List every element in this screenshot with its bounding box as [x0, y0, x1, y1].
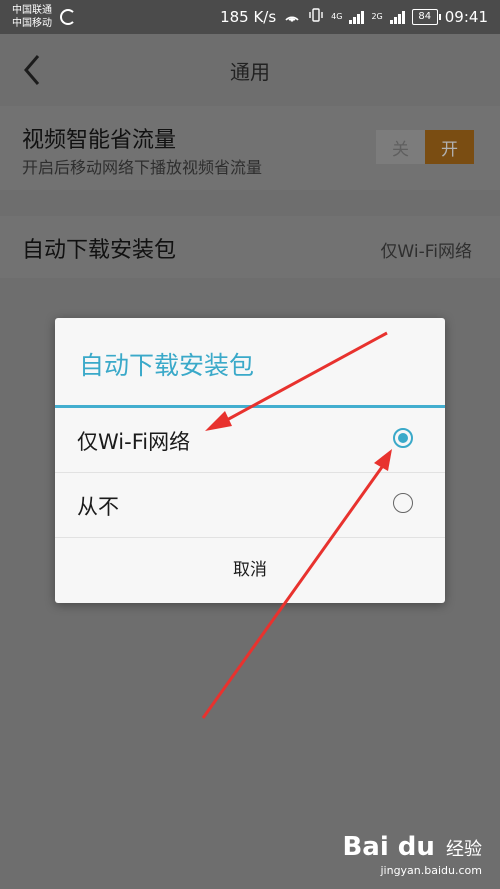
carrier-2: 中国移动 — [12, 18, 52, 29]
page-title: 通用 — [230, 60, 270, 84]
dialog-title: 自动下载安装包 — [79, 351, 255, 380]
status-bar: 中国联通 中国移动 185 K/s 4G 2G 84 09:41 — [0, 0, 500, 34]
net-type-4g: 4G — [331, 12, 343, 21]
vibrate-icon — [308, 7, 324, 27]
setting-video-saver[interactable]: 视频智能省流量 开启后移动网络下播放视频省流量 关 开 — [0, 106, 500, 190]
video-saver-subtitle: 开启后移动网络下播放视频省流量 — [22, 158, 263, 177]
loading-icon — [60, 9, 76, 25]
signal-icon-2 — [389, 10, 405, 24]
option-never[interactable]: 从不 — [55, 473, 445, 538]
clock: 09:41 — [444, 8, 488, 26]
option-wifi-only[interactable]: 仅Wi-Fi网络 — [55, 408, 445, 473]
toggle-off-label: 关 — [376, 130, 425, 164]
auto-download-dialog: 自动下载安装包 仅Wi-Fi网络 从不 取消 — [55, 318, 445, 603]
carrier-1: 中国联通 — [12, 5, 52, 16]
baidu-logo: Bai du — [342, 832, 435, 862]
net-speed: 185 K/s — [220, 8, 277, 26]
toggle-on-label: 开 — [425, 130, 474, 164]
video-saver-title: 视频智能省流量 — [22, 128, 177, 153]
video-saver-toggle[interactable]: 关 开 — [376, 130, 474, 164]
cancel-button[interactable]: 取消 — [55, 538, 445, 603]
status-right: 185 K/s 4G 2G 84 09:41 — [220, 7, 488, 27]
option-label: 仅Wi-Fi网络 — [77, 430, 191, 454]
baidu-jingyan-watermark: Bai du 经验 jingyan.baidu.com — [342, 832, 482, 877]
battery-icon: 84 — [411, 9, 441, 25]
auto-download-value: 仅Wi-Fi网络 — [380, 242, 472, 262]
setting-auto-download[interactable]: 自动下载安装包 仅Wi-Fi网络 — [0, 216, 500, 278]
option-label: 从不 — [77, 495, 119, 519]
watermark-domain: jingyan.baidu.com — [380, 864, 482, 877]
carrier-labels: 中国联通 中国移动 — [12, 4, 52, 30]
hotspot-icon — [283, 7, 301, 27]
radio-unchecked-icon[interactable] — [393, 493, 413, 513]
top-bar: 通用 — [0, 34, 500, 106]
radio-checked-icon[interactable] — [393, 428, 413, 448]
signal-icon — [349, 10, 365, 24]
auto-download-title: 自动下载安装包 — [22, 238, 177, 263]
net-type-2g: 2G — [371, 12, 383, 21]
watermark-name: 经验 — [446, 839, 482, 860]
